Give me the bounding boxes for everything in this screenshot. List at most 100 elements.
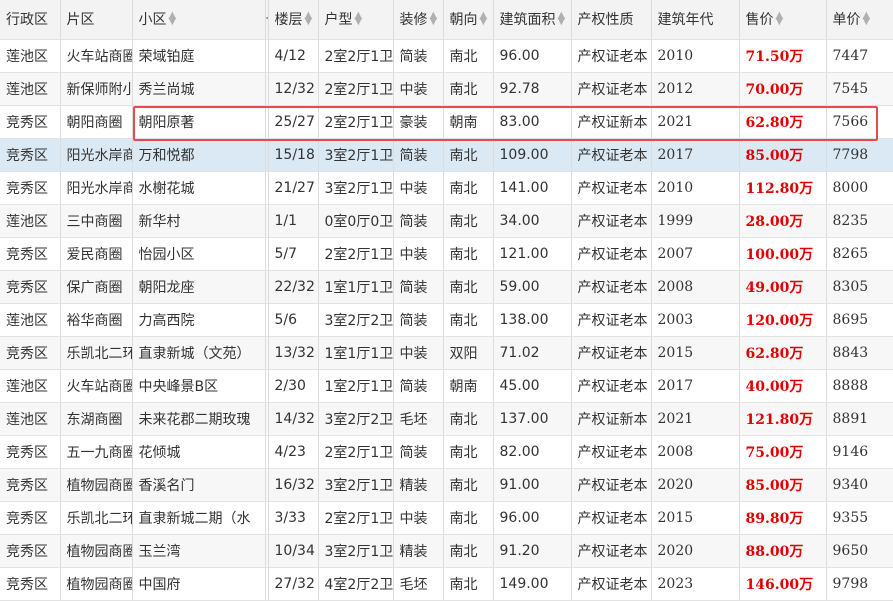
- cell-orient: 南北: [443, 468, 494, 502]
- cell-decor: 中装: [393, 171, 444, 205]
- cell-layout: 2室2厅1卫: [318, 237, 394, 271]
- sort-updown-icon[interactable]: ▲ ▼: [776, 11, 784, 27]
- cell-cert: 产权证老本: [571, 468, 652, 502]
- column-header-district[interactable]: 行政区: [0, 0, 61, 40]
- column-header-community[interactable]: 小区 ▲ ▼: [132, 0, 266, 40]
- cell-year: 2015: [651, 501, 740, 535]
- cell-district: 莲池区: [0, 402, 61, 436]
- cell-cert: 产权证老本: [571, 534, 652, 568]
- cell-orient: 南北: [443, 402, 494, 436]
- cell-community: 中国府: [132, 567, 266, 601]
- table-row[interactable]: 莲池区 火车站商圈 荣域铂庭 4/12 2室2厅1卫 简装 南北 96.00 产权证老本 2010…: [0, 39, 893, 73]
- table-row[interactable]: 莲池区 新保师附小 秀兰尚城 12/32 2室2厅1卫 中装 南北 92.78 产权证老本 201…: [0, 72, 893, 106]
- cell-cert: 产权证老本: [571, 435, 652, 469]
- cell-community: 玉兰湾: [132, 534, 266, 568]
- cell-year: 2017: [651, 138, 740, 172]
- sort-updown-icon[interactable]: ▲ ▼: [480, 11, 488, 27]
- column-header-layout[interactable]: 户型 ▲ ▼: [318, 0, 394, 40]
- cell-size: 45.00: [493, 369, 572, 403]
- cell-floor: 5/7: [268, 237, 319, 271]
- cell-unit: 8695: [826, 303, 893, 337]
- cell-decor: 中装: [393, 72, 444, 106]
- sort-updown-icon[interactable]: ▲ ▼: [430, 11, 438, 27]
- sort-updown-icon[interactable]: ▲ ▼: [305, 11, 313, 27]
- cell-size: 92.78: [493, 72, 572, 106]
- table-row[interactable]: 竞秀区 乐凯北二环 直隶新城（文苑） 13/32 1室1厅1卫 中装 双阳 71.02 产权证老…: [0, 336, 893, 370]
- cell-year: 2008: [651, 435, 740, 469]
- cell-price: 121.80万: [739, 402, 827, 436]
- table-row[interactable]: 竞秀区 阳光水岸商 水榭花城 21/27 3室2厅1卫 中装 南北 141.00 产权证老本 20…: [0, 171, 893, 205]
- cell-decor: 简装: [393, 270, 444, 304]
- table-row[interactable]: 竞秀区 保广商圈 朝阳龙座 22/32 1室1厅1卫 简装 南北 59.00 产权证老本 2008…: [0, 270, 893, 304]
- cell-size: 83.00: [493, 105, 572, 139]
- cell-orient: 南北: [443, 237, 494, 271]
- cell-layout: 0室0厅0卫: [318, 204, 394, 238]
- cell-floor: 1/1: [268, 204, 319, 238]
- column-header-label: 售价: [745, 12, 774, 29]
- cell-size: 149.00: [493, 567, 572, 601]
- column-header-cert[interactable]: 产权性质: [571, 0, 652, 40]
- cell-district: 竞秀区: [0, 567, 61, 601]
- cell-cert: 产权证老本: [571, 336, 652, 370]
- cell-cert: 产权证老本: [571, 72, 652, 106]
- cell-area: 东湖商圈: [60, 402, 133, 436]
- cell-district: 莲池区: [0, 369, 61, 403]
- cell-unit: 8000: [826, 171, 893, 205]
- cell-price: 85.00万: [739, 468, 827, 502]
- table-row[interactable]: 竞秀区 乐凯北二环 直隶新城二期（水 3/33 2室2厅1卫 中装 南北 96.00 产权证老本…: [0, 501, 893, 535]
- cell-layout: 3室2厅2卫: [318, 402, 394, 436]
- cell-district: 竞秀区: [0, 270, 61, 304]
- table-row[interactable]: 竞秀区 朝阳商圈 朝阳原著 25/27 2室2厅1卫 豪装 朝南 83.00 产权证新本 2021…: [0, 105, 893, 139]
- column-header-unit[interactable]: 单价 ▲ ▼: [826, 0, 893, 40]
- cell-size: 96.00: [493, 39, 572, 73]
- cell-community: 未来花郡二期玫瑰: [132, 402, 266, 436]
- cell-decor: 毛坯: [393, 402, 444, 436]
- cell-layout: 3室2厅1卫: [318, 534, 394, 568]
- table-row[interactable]: 竞秀区 阳光水岸商 万和悦都 15/18 3室2厅1卫 简装 南北 109.00 产权证老本 20…: [0, 138, 893, 172]
- column-header-label: 户型: [324, 12, 353, 29]
- cell-layout: 3室2厅1卫: [318, 171, 394, 205]
- table-row[interactable]: 莲池区 裕华商圈 力高西院 5/6 3室2厅2卫 简装 南北 138.00 产权证老本 2003 1…: [0, 303, 893, 337]
- cell-year: 1999: [651, 204, 740, 238]
- cell-orient: 朝南: [443, 369, 494, 403]
- column-header-label: 片区: [66, 12, 95, 29]
- column-header-area[interactable]: 片区: [60, 0, 133, 40]
- cell-district: 竞秀区: [0, 435, 61, 469]
- column-header-floor[interactable]: 楼层 ▲ ▼: [268, 0, 319, 40]
- cell-floor: 16/32: [268, 468, 319, 502]
- table-row[interactable]: 莲池区 火车站商圈 中央峰景B区 2/30 1室2厅1卫 简装 朝南 45.00 产权证老本 20…: [0, 369, 893, 403]
- table-row[interactable]: 竞秀区 植物园商圈 玉兰湾 10/34 3室2厅1卫 精装 南北 91.20 产权证老本 2020…: [0, 534, 893, 568]
- column-header-year[interactable]: 建筑年代: [651, 0, 740, 40]
- cell-cert: 产权证老本: [571, 171, 652, 205]
- column-header-label: 行政区: [6, 12, 48, 29]
- table-row[interactable]: 竞秀区 五一九商圈 花倾城 4/23 2室2厅1卫 简装 南北 82.00 产权证老本 2008 7…: [0, 435, 893, 469]
- table-row[interactable]: 莲池区 东湖商圈 未来花郡二期玫瑰 14/32 3室2厅2卫 毛坯 南北 137.00 产权证新…: [0, 402, 893, 436]
- cell-layout: 1室1厅1卫: [318, 270, 394, 304]
- table-row[interactable]: 莲池区 三中商圈 新华村 1/1 0室0厅0卫 简装 南北 34.00 产权证老本 1999 28.…: [0, 204, 893, 238]
- cell-area: 爱民商圈: [60, 237, 133, 271]
- cell-price: 89.80万: [739, 501, 827, 535]
- sort-updown-icon[interactable]: ▲ ▼: [558, 11, 566, 27]
- cell-orient: 南北: [443, 204, 494, 238]
- cell-year: 2020: [651, 534, 740, 568]
- sort-updown-icon[interactable]: ▲ ▼: [863, 11, 871, 27]
- cell-decor: 中装: [393, 237, 444, 271]
- cell-orient: 朝南: [443, 105, 494, 139]
- table-row[interactable]: 竞秀区 爱民商圈 怡园小区 5/7 2室2厅1卫 中装 南北 121.00 产权证老本 2007 1…: [0, 237, 893, 271]
- cell-community: 直隶新城（文苑）: [132, 336, 266, 370]
- cell-orient: 南北: [443, 39, 494, 73]
- column-header-size[interactable]: 建筑面积 ▲ ▼: [493, 0, 572, 40]
- cell-community: 直隶新城二期（水: [132, 501, 266, 535]
- column-header-price[interactable]: 售价 ▲ ▼: [739, 0, 827, 40]
- cell-cert: 产权证老本: [571, 39, 652, 73]
- table-row[interactable]: 竞秀区 植物园商圈 中国府 27/32 4室2厅2卫 毛坯 南北 149.00 产权证老本 202…: [0, 567, 893, 601]
- cell-price: 100.00万: [739, 237, 827, 271]
- sort-updown-icon[interactable]: ▲ ▼: [169, 11, 177, 27]
- cell-cert: 产权证老本: [571, 237, 652, 271]
- table-row[interactable]: 竞秀区 植物园商圈 香溪名门 16/32 3室2厅1卫 精装 南北 91.00 产权证老本 202…: [0, 468, 893, 502]
- sort-updown-icon[interactable]: ▲ ▼: [355, 11, 363, 27]
- column-header-orient[interactable]: 朝向 ▲ ▼: [443, 0, 494, 40]
- column-header-decor[interactable]: 装修 ▲ ▼: [393, 0, 444, 40]
- cell-layout: 3室2厅2卫: [318, 303, 394, 337]
- column-header-label: 朝向: [449, 12, 478, 29]
